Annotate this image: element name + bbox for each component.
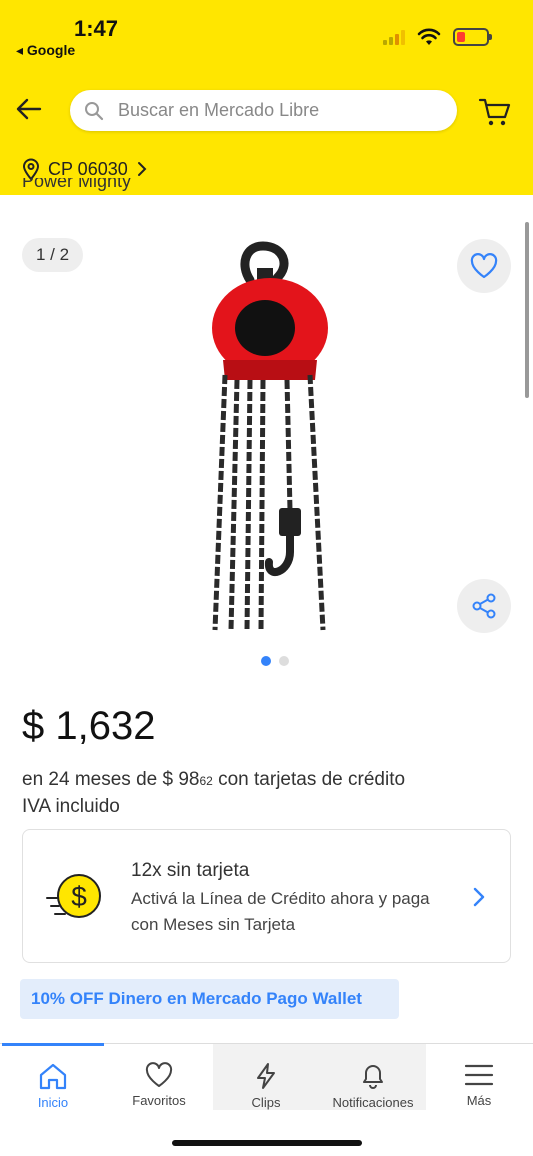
nav-label: Inicio bbox=[37, 1095, 69, 1110]
postal-code-selector[interactable]: CP 06030 bbox=[22, 158, 148, 180]
location-pin-icon bbox=[22, 158, 40, 180]
home-indicator[interactable] bbox=[172, 1140, 362, 1146]
status-time: 1:47 bbox=[74, 16, 119, 41]
heart-icon bbox=[470, 253, 498, 279]
share-icon bbox=[472, 593, 496, 619]
nav-label: Notificaciones bbox=[332, 1095, 414, 1110]
nav-item-favoritos[interactable]: Favoritos bbox=[106, 1044, 212, 1110]
search-input[interactable] bbox=[118, 100, 418, 121]
image-pagination-dots[interactable] bbox=[261, 656, 289, 666]
promo-badge: 10% OFF Dinero en Mercado Pago Wallet bbox=[20, 979, 399, 1019]
nav-item-mas[interactable]: Más bbox=[426, 1044, 532, 1110]
back-to-google-link[interactable]: ◂ Google bbox=[16, 42, 75, 59]
battery-icon bbox=[453, 28, 492, 46]
nav-item-clips[interactable]: Clips bbox=[213, 1044, 319, 1110]
menu-icon bbox=[464, 1064, 494, 1086]
tax-note: IVA incluido bbox=[22, 796, 120, 817]
product-image[interactable] bbox=[195, 240, 345, 632]
nav-label: Clips bbox=[251, 1095, 281, 1110]
search-icon bbox=[85, 101, 104, 120]
pagination-dot-active[interactable] bbox=[261, 656, 271, 666]
bottom-navigation: Inicio Favoritos Clips Notificaciones Má… bbox=[0, 1043, 533, 1156]
cellular-signal-icon bbox=[383, 29, 405, 45]
svg-text:$: $ bbox=[71, 881, 87, 912]
search-bar[interactable] bbox=[70, 90, 457, 131]
nav-item-inicio[interactable]: Inicio bbox=[0, 1044, 106, 1110]
nav-item-notificaciones[interactable]: Notificaciones bbox=[320, 1044, 426, 1110]
nav-label: Más bbox=[466, 1093, 492, 1108]
back-arrow-icon[interactable] bbox=[14, 94, 44, 124]
chevron-right-icon bbox=[137, 162, 147, 176]
product-price: $ 1,632 bbox=[22, 704, 156, 748]
heart-icon bbox=[145, 1062, 173, 1087]
share-button[interactable] bbox=[457, 579, 511, 633]
chevron-right-icon[interactable] bbox=[469, 885, 489, 909]
credit-offer-description: Activá la Línea de Crédito ahora y paga … bbox=[131, 889, 430, 934]
header-bar: 1:47 ◂ Google CP bbox=[0, 0, 533, 195]
bolt-icon bbox=[257, 1063, 275, 1089]
pagination-dot[interactable] bbox=[279, 656, 289, 666]
installments-info: en 24 meses de $ 9862 con tarjetas de cr… bbox=[22, 766, 405, 820]
wifi-icon bbox=[417, 28, 441, 45]
image-counter: 1 / 2 bbox=[22, 238, 83, 272]
bell-icon bbox=[363, 1065, 383, 1089]
credit-offer-title: 12x sin tarjeta bbox=[131, 860, 250, 881]
dollar-coin-icon: $ bbox=[46, 874, 101, 918]
favorite-button[interactable] bbox=[457, 239, 511, 293]
installments-line: en 24 meses de $ 9862 con tarjetas de cr… bbox=[22, 769, 406, 790]
postal-code-label: CP 06030 bbox=[48, 158, 128, 179]
page-scrollbar[interactable] bbox=[525, 222, 529, 398]
status-icons bbox=[383, 28, 492, 46]
credit-offer-card[interactable]: $ 12x sin tarjeta Activá la Línea de Cré… bbox=[22, 829, 511, 963]
home-icon bbox=[39, 1063, 67, 1090]
product-title-partial: Power Mighty bbox=[22, 178, 132, 191]
cart-icon[interactable] bbox=[478, 94, 512, 128]
nav-label: Favoritos bbox=[132, 1093, 186, 1108]
